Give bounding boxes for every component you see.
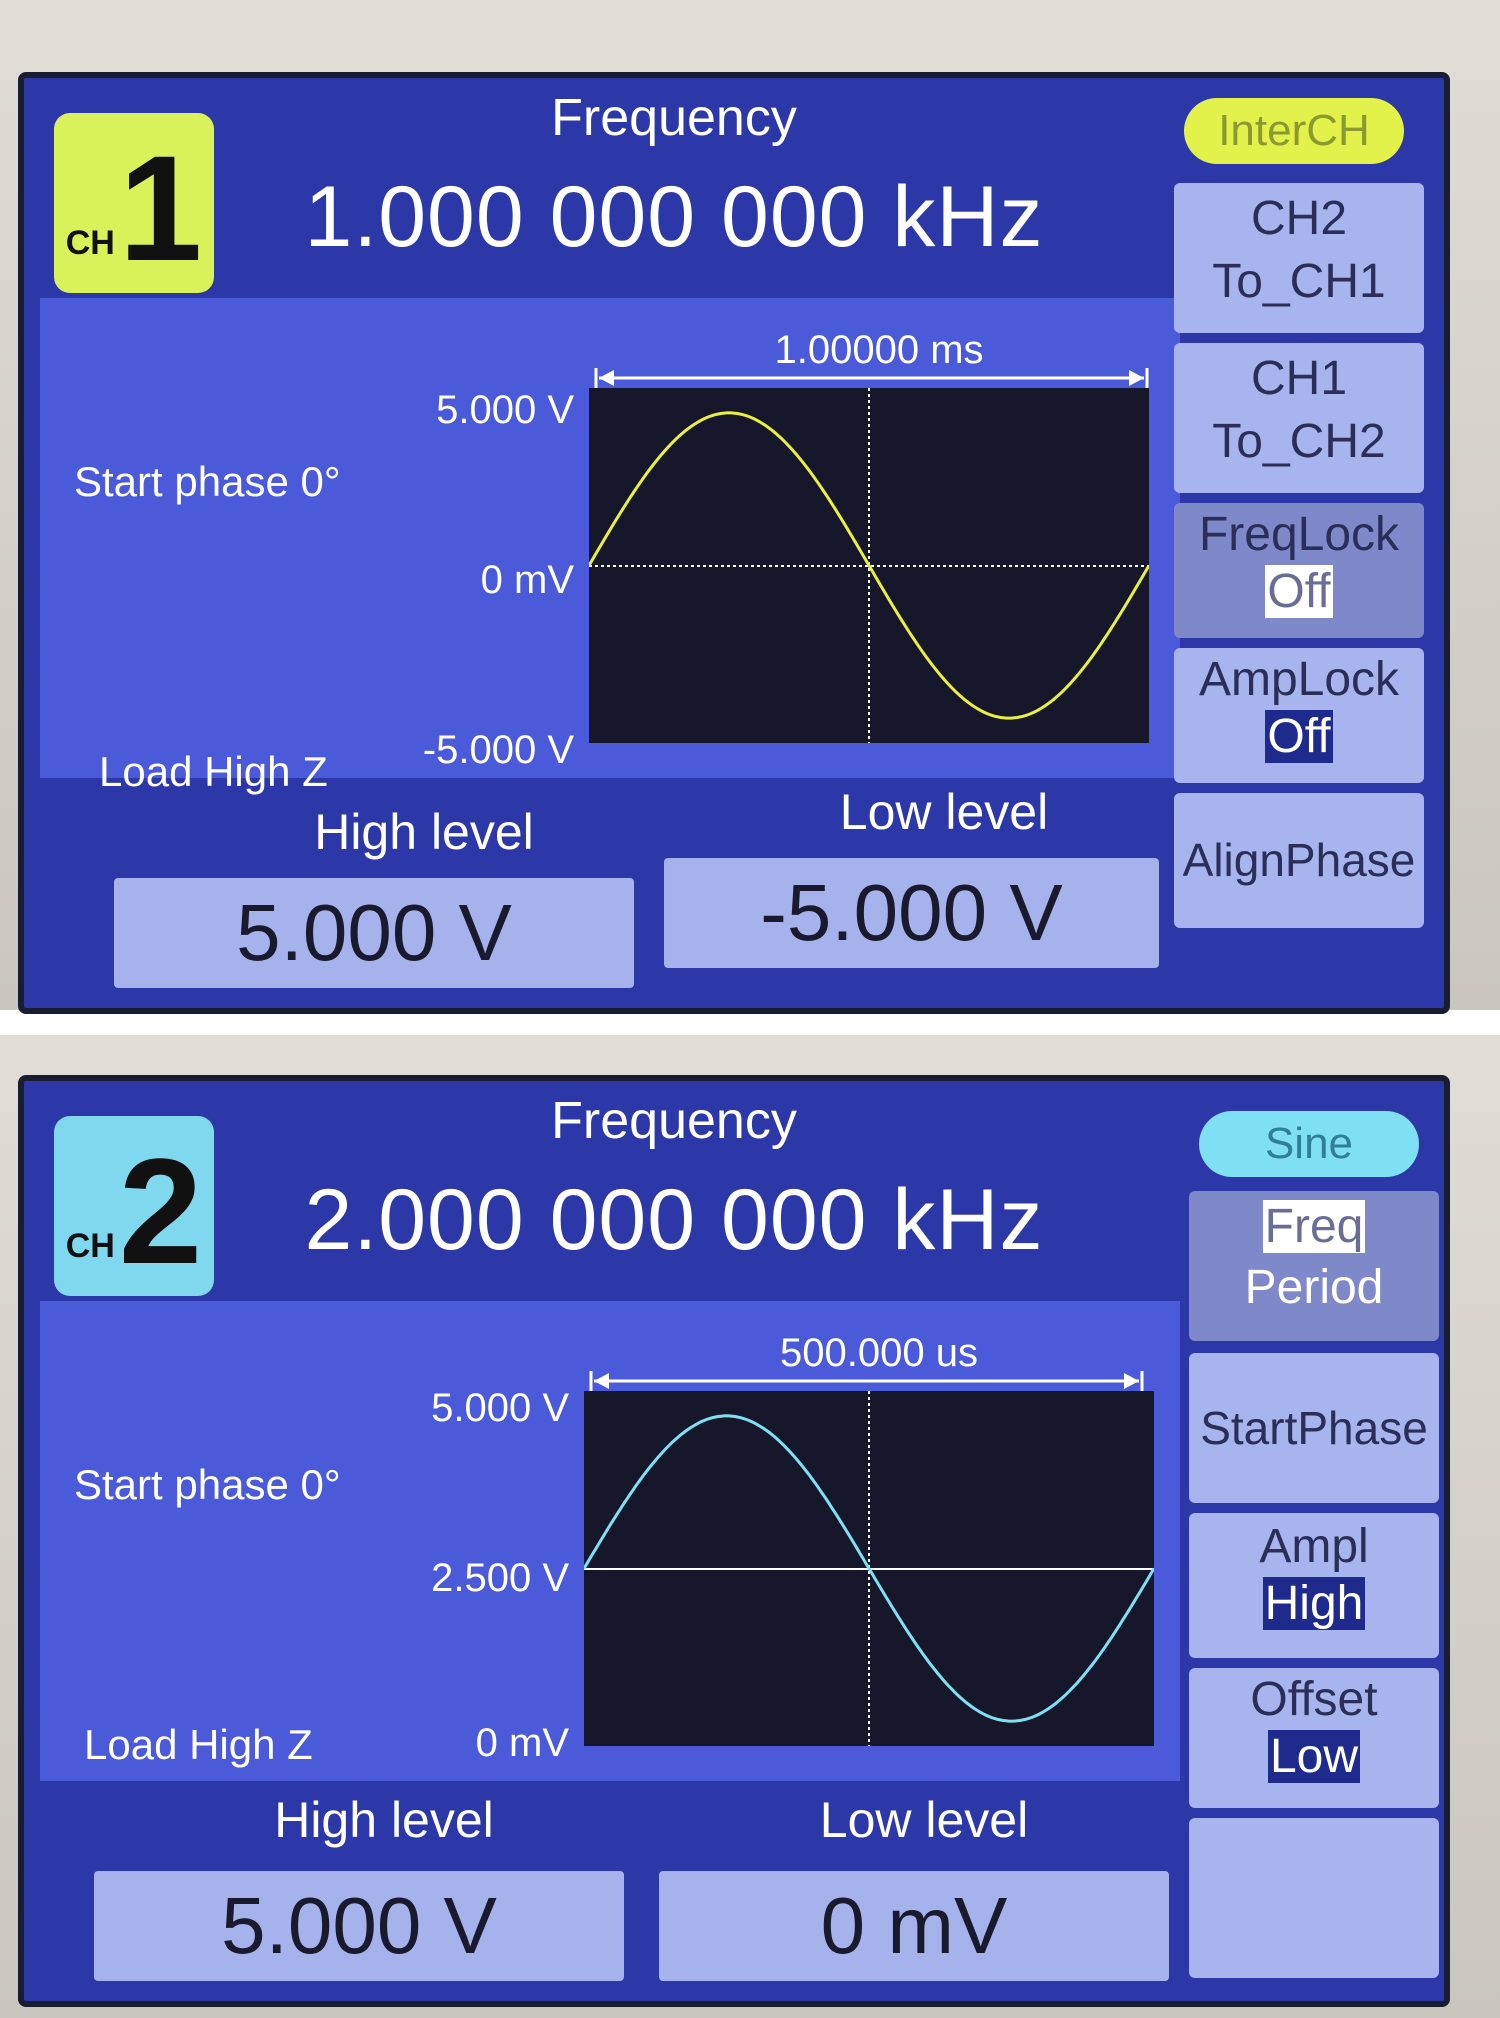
ch1-load: Load High Z [99, 748, 328, 795]
ch2-to-ch1-line2: To_CH1 [1212, 255, 1386, 308]
ch2-low-level-value[interactable]: 0 mV [659, 1871, 1169, 1981]
freqlock-label: FreqLock [1198, 508, 1400, 561]
offset-low-button[interactable]: Offset Low [1189, 1668, 1439, 1808]
ch1-high-level-value[interactable]: 5.000 V [114, 878, 634, 988]
ch2-y-bot-label: 0 mV [475, 1721, 569, 1765]
ch1-y-top-label: 5.000 V [436, 388, 574, 432]
ampl-label: Ampl [1259, 1520, 1369, 1573]
ch2-load: Load High Z [84, 1721, 313, 1768]
ch1-to-ch2-button[interactable]: CH1 To_CH2 [1174, 343, 1424, 493]
ch1-low-level-label: Low level [839, 784, 1049, 840]
amplock-button[interactable]: AmpLock Off [1174, 648, 1424, 783]
ch2-frequency-label: Frequency [551, 1092, 797, 1150]
amplock-label: AmpLock [1198, 653, 1400, 706]
high-option: High [1262, 1577, 1366, 1630]
amplock-state: Off [1265, 710, 1333, 763]
ch1-to-ch2-line1: CH1 [1250, 352, 1348, 405]
ch1-frequency-value[interactable]: 1.000 000 000 kHz [294, 168, 1054, 267]
ch2-badge[interactable]: CH 2 [54, 1116, 214, 1296]
ch2-low-level-label: Low level [819, 1792, 1029, 1848]
ch1-badge-number: 1 [118, 124, 203, 292]
freqlock-state: Off [1265, 565, 1333, 618]
ch1-y-mid-label: 0 mV [480, 558, 574, 602]
ch2-start-phase: Start phase 0° [74, 1461, 341, 1508]
ch1-waveform-plot [589, 388, 1149, 743]
ch1-to-ch2-line2: To_CH2 [1212, 415, 1386, 468]
ch1-high-level-label: High level [314, 804, 534, 860]
freq-option: Freq [1262, 1200, 1366, 1253]
freq-period-button[interactable]: Freq Period [1189, 1191, 1439, 1341]
ch1-badge[interactable]: CH 1 [54, 113, 214, 293]
ampl-high-button[interactable]: Ampl High [1189, 1513, 1439, 1658]
offset-label: Offset [1250, 1673, 1378, 1726]
freqlock-button[interactable]: FreqLock Off [1174, 503, 1424, 638]
ch2-to-ch1-line1: CH2 [1250, 192, 1348, 245]
ch1-screen: CH 1 Frequency 1.000 000 000 kHz Start p… [18, 72, 1450, 1014]
period-option: Period [1244, 1261, 1384, 1314]
ch2-to-ch1-button[interactable]: CH2 To_CH1 [1174, 183, 1424, 333]
ch2-y-mid-label: 2.500 V [431, 1556, 569, 1600]
ch1-frequency-label: Frequency [551, 89, 797, 147]
low-option: Low [1267, 1730, 1361, 1783]
alignphase-button[interactable]: AlignPhase [1174, 793, 1424, 928]
ch2-high-level-value[interactable]: 5.000 V [94, 1871, 624, 1981]
ch2-y-top-label: 5.000 V [431, 1386, 569, 1430]
interch-pill[interactable]: InterCH [1184, 98, 1404, 164]
ch2-high-level-label: High level [274, 1792, 494, 1848]
ch2-badge-prefix: CH [65, 1227, 115, 1265]
sine-pill[interactable]: Sine [1199, 1111, 1419, 1177]
ch1-low-level-value[interactable]: -5.000 V [664, 858, 1159, 968]
empty-softkey[interactable] [1189, 1818, 1439, 1978]
ch2-screen: CH 2 Frequency 2.000 000 000 kHz Start p… [18, 1075, 1450, 2007]
ch1-start-phase: Start phase 0° [74, 458, 341, 505]
ch1-badge-prefix: CH [65, 224, 115, 262]
startphase-button[interactable]: StartPhase [1189, 1353, 1439, 1503]
ch2-frequency-value[interactable]: 2.000 000 000 kHz [294, 1171, 1054, 1270]
ch1-y-bot-label: -5.000 V [422, 728, 574, 772]
ch2-waveform-plot [584, 1391, 1154, 1746]
ch2-badge-number: 2 [118, 1127, 203, 1295]
